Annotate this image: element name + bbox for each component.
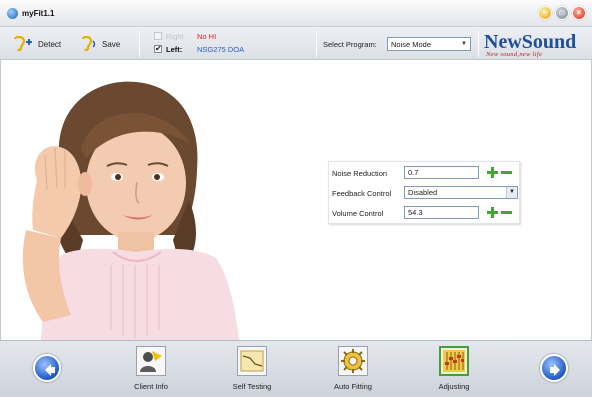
title-bar: myFit1.1 – □ × [0,0,592,27]
close-button[interactable]: × [572,6,586,20]
noise-reduction-plus-icon[interactable] [487,167,498,178]
toolbar-divider [478,31,479,57]
client-info-button[interactable]: Client Info [123,346,183,397]
toolbar-divider [316,31,317,57]
adjusting-label: Adjusting [438,382,470,391]
left-ear-device: NSG275 DOA [197,45,245,54]
program-select[interactable]: Noise Mode ▼ [387,37,471,51]
listening-child-image [1,60,246,340]
client-info-label: Client Info [134,382,168,391]
auto-fitting-button[interactable]: Auto Fitting [325,346,385,397]
left-ear-label: Left: [166,45,183,54]
next-button[interactable] [540,354,568,382]
select-program-label: Select Program: [323,40,377,49]
noise-reduction-field[interactable]: 0.7 [404,166,479,179]
chevron-down-icon: ▼ [461,41,467,47]
auto-fitting-label: Auto Fitting [334,382,372,391]
volume-control-label: Volume Control [332,209,384,218]
bottom-nav-bar: Client Info Self Testing Auto Fitting Ad… [0,340,592,397]
volume-control-plus-icon[interactable] [487,207,498,218]
maximize-button[interactable]: □ [555,6,569,20]
right-ear-status: No HI [197,32,217,41]
client-info-icon [136,346,166,376]
feedback-control-select[interactable]: Disabled ▼ [404,186,518,199]
detect-label: Detect [38,39,62,49]
brand-tagline: New sound,new life [486,51,543,58]
brand-name: NewSound [484,31,577,53]
chevron-down-icon: ▼ [506,187,517,198]
feedback-control-label: Feedback Control [332,189,392,198]
brand-logo: NewSound New sound,new life [484,32,590,58]
volume-control-field[interactable]: 54.3 [404,206,479,219]
save-label: Save [102,39,121,49]
adjusting-button[interactable]: Adjusting [426,346,486,397]
left-ear-checkbox[interactable] [154,44,162,53]
volume-control-minus-icon[interactable] [501,211,512,214]
arrow-right-icon [550,364,560,376]
volume-control-row: Volume Control 54.3 [329,203,521,223]
toolbar-divider [139,31,140,57]
self-testing-icon [237,346,267,376]
arrow-left-icon [45,364,55,376]
detect-button[interactable]: Detect [12,36,62,52]
back-button[interactable] [33,354,61,382]
adjusting-icon [439,346,469,376]
right-ear-label: Right [166,32,184,41]
noise-reduction-minus-icon[interactable] [501,171,512,174]
feedback-control-value: Disabled [408,188,438,197]
noise-reduction-row: Noise Reduction 0.7 [329,163,521,183]
program-select-value: Noise Mode [391,40,432,49]
self-testing-button[interactable]: Self Testing [224,346,284,397]
auto-fitting-icon [338,346,368,376]
feedback-control-row: Feedback Control Disabled ▼ [329,183,521,203]
save-icon [80,36,98,52]
right-ear-checkbox[interactable] [154,32,162,40]
adjust-settings-panel: Noise Reduction 0.7 Feedback Control Dis… [328,161,520,224]
detect-icon [12,36,34,52]
save-button[interactable]: Save [80,36,121,52]
window-title: myFit1.1 [22,9,55,18]
app-globe-icon [7,8,18,19]
self-testing-label: Self Testing [232,382,272,391]
noise-reduction-label: Noise Reduction [332,169,388,178]
minimize-button[interactable]: – [538,6,552,20]
main-area: Noise Reduction 0.7 Feedback Control Dis… [0,60,592,340]
